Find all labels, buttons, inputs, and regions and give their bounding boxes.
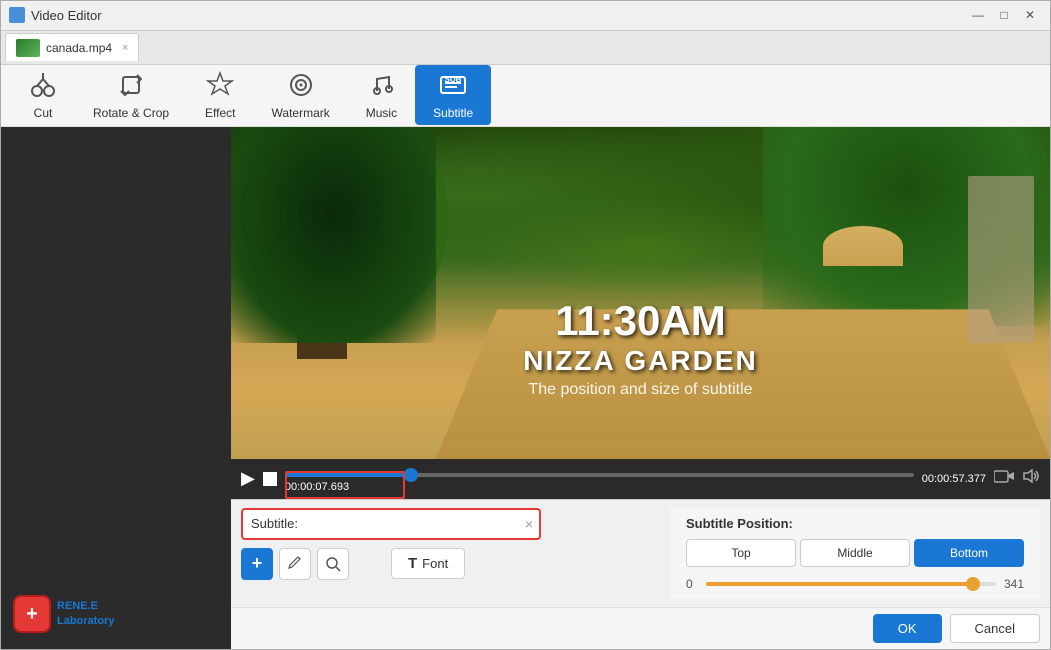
time-end: 00:00:57.377: [922, 473, 986, 485]
main-content: 11:30AM NIZZA GARDEN The position and si…: [1, 127, 1050, 649]
subtitle-label: Subtitle: [433, 106, 473, 120]
position-middle-button[interactable]: Middle: [800, 539, 910, 567]
subtitle-text-input[interactable]: [302, 516, 511, 531]
app-window: Video Editor — □ ✕ canada.mp4 ×: [0, 0, 1051, 650]
subtitle-input-box: Subtitle: ×: [241, 508, 541, 540]
edit-subtitle-button[interactable]: [279, 548, 311, 580]
slider-min-label: 0: [686, 577, 698, 591]
subtitle-field-label: Subtitle:: [251, 516, 298, 531]
title-bar-left: Video Editor: [9, 7, 102, 23]
position-buttons: Top Middle Bottom: [686, 539, 1024, 567]
subtitle-hint-text: The position and size of subtitle: [231, 381, 1050, 399]
font-label: Font: [422, 556, 448, 571]
music-icon: [367, 71, 395, 103]
tab-close-icon[interactable]: ×: [122, 42, 128, 54]
logo-line1: RENE.E: [57, 599, 114, 614]
stop-button[interactable]: [263, 472, 277, 486]
subtitle-input-row: Subtitle: ×: [241, 508, 660, 540]
file-tab[interactable]: canada.mp4 ×: [5, 33, 139, 61]
tab-bar: canada.mp4 ×: [1, 31, 1050, 65]
slider-thumb[interactable]: [966, 577, 980, 591]
volume-icon[interactable]: [1022, 468, 1040, 489]
overlay-time: 11:30AM: [231, 297, 1050, 345]
font-button[interactable]: T Font: [391, 548, 465, 579]
title-bar: Video Editor — □ ✕: [1, 1, 1050, 31]
action-buttons: +: [241, 548, 660, 580]
logo-icon: +: [13, 595, 51, 633]
window-title: Video Editor: [31, 8, 102, 23]
watermark-label: Watermark: [272, 106, 330, 120]
tool-subtitle[interactable]: SUB Subtitle: [415, 65, 491, 125]
close-button[interactable]: ✕: [1018, 5, 1042, 25]
subtitle-position-panel: Subtitle Position: Top Middle Bottom 0: [670, 508, 1040, 599]
tool-music[interactable]: Music: [348, 65, 415, 125]
cut-label: Cut: [34, 106, 53, 120]
subtitle-icon: SUB: [439, 71, 467, 103]
maximize-button[interactable]: □: [992, 5, 1016, 25]
tool-effect[interactable]: Effect: [187, 65, 253, 125]
slider-max-label: 341: [1004, 577, 1024, 591]
timeline-progress: [285, 473, 411, 477]
cut-icon: [29, 71, 57, 103]
search-icon: [325, 556, 341, 572]
toolbar: Cut Rotate & Crop Effect: [1, 65, 1050, 127]
position-bottom-button[interactable]: Bottom: [914, 539, 1024, 567]
add-subtitle-button[interactable]: +: [241, 548, 273, 580]
font-icon: T: [408, 555, 417, 572]
left-sidebar: [1, 127, 231, 649]
svg-text:SUB: SUB: [445, 75, 462, 84]
video-player[interactable]: 11:30AM NIZZA GARDEN The position and si…: [231, 127, 1050, 459]
minimize-button[interactable]: —: [966, 5, 990, 25]
video-area: 11:30AM NIZZA GARDEN The position and si…: [231, 127, 1050, 649]
play-button[interactable]: ▶: [241, 468, 255, 489]
logo-text: RENE.E Laboratory: [57, 599, 114, 630]
cancel-button[interactable]: Cancel: [950, 614, 1040, 643]
file-name: canada.mp4: [46, 41, 112, 55]
tool-watermark[interactable]: Watermark: [254, 65, 348, 125]
bottom-panel: Subtitle: × +: [231, 499, 1050, 649]
slider-fill: [706, 582, 973, 586]
overlay-location: NIZZA GARDEN: [231, 345, 1050, 377]
ok-button[interactable]: OK: [873, 614, 942, 643]
pencil-icon: [287, 556, 303, 572]
position-title: Subtitle Position:: [686, 516, 1024, 531]
bottom-top-row: Subtitle: × +: [231, 500, 1050, 607]
logo-area: + RENE.E Laboratory: [13, 595, 114, 633]
file-thumb: [16, 39, 40, 57]
position-slider-row: 0 341: [686, 577, 1024, 591]
subtitle-clear-icon[interactable]: ×: [525, 516, 533, 532]
music-label: Music: [366, 106, 397, 120]
logo-line2: Laboratory: [57, 614, 114, 629]
position-top-button[interactable]: Top: [686, 539, 796, 567]
window-controls: — □ ✕: [966, 5, 1042, 25]
position-slider[interactable]: [706, 582, 996, 586]
app-icon: [9, 7, 25, 23]
subtitle-controls: Subtitle: × +: [241, 508, 660, 580]
camera-icon[interactable]: [994, 468, 1014, 489]
time-current: 00:00:07.693: [285, 481, 914, 493]
effect-icon: [206, 71, 234, 103]
timeline-wrapper: 00:00:07.693: [285, 465, 914, 493]
dialog-buttons: OK Cancel: [231, 607, 1050, 649]
tool-rotate[interactable]: Rotate & Crop: [75, 65, 187, 125]
rotate-icon: [117, 71, 145, 103]
timeline-thumb[interactable]: [404, 468, 418, 482]
timeline-track[interactable]: [285, 473, 914, 477]
controls-bar: ▶ 00:00:07.693 00:00:57.377: [231, 459, 1050, 499]
watermark-icon: [287, 71, 315, 103]
effect-label: Effect: [205, 106, 235, 120]
subtitle-overlay: 11:30AM NIZZA GARDEN The position and si…: [231, 297, 1050, 399]
umbrella-1: [823, 226, 903, 266]
plus-icon: +: [252, 553, 263, 574]
rotate-label: Rotate & Crop: [93, 106, 169, 120]
search-subtitle-button[interactable]: [317, 548, 349, 580]
tool-cut[interactable]: Cut: [11, 65, 75, 125]
video-frame: 11:30AM NIZZA GARDEN The position and si…: [231, 127, 1050, 459]
